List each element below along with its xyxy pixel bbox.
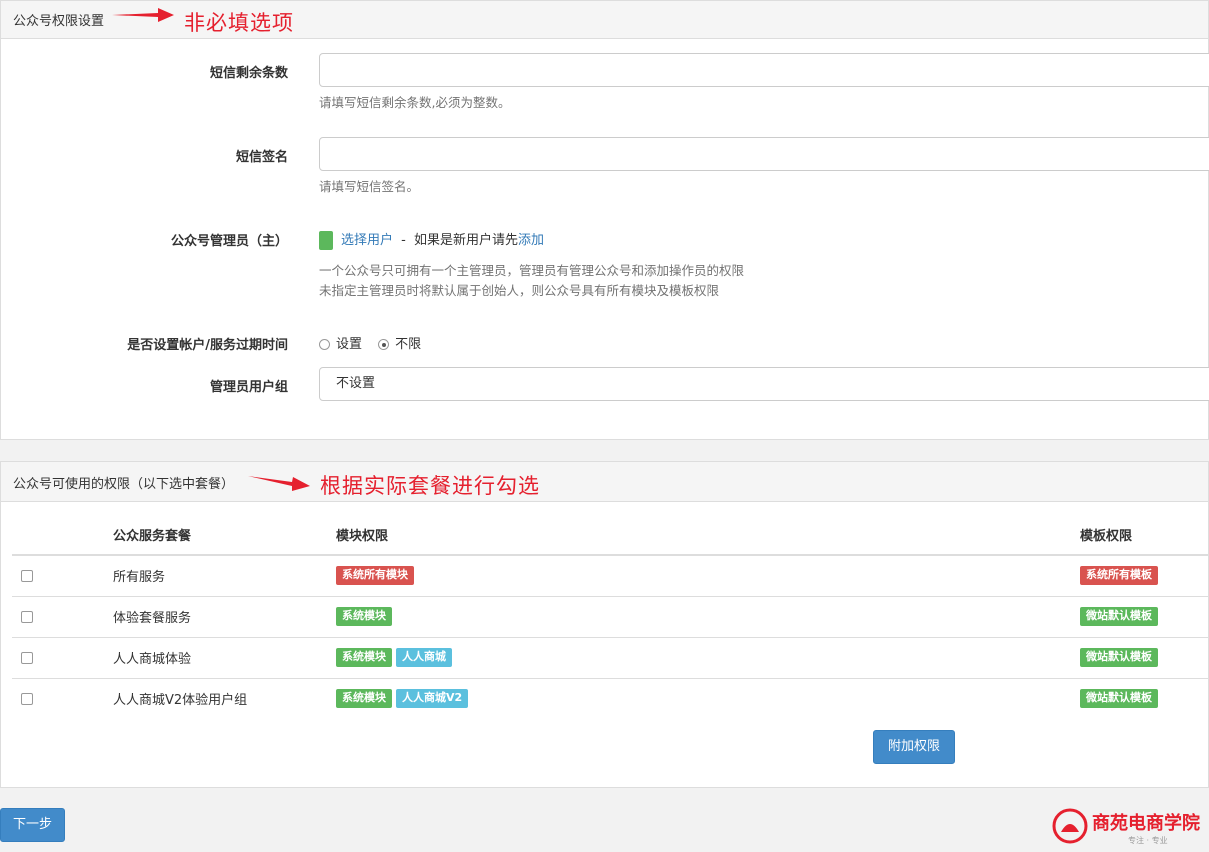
watermark-tagline: 专注 · 专业 — [1128, 836, 1168, 845]
package-table: 公众服务套餐 模块权限 模板权限 所有服务 系统所有模块 系统所有模板 体验套餐服务系… — [12, 515, 1209, 719]
admin-separator: - — [401, 233, 406, 248]
user-group-select[interactable]: 不设置 — [319, 367, 1209, 401]
module-label: 人人商城 — [396, 648, 452, 667]
radio-unlimited[interactable] — [378, 339, 390, 350]
expiry-option-set[interactable]: 设置 — [319, 337, 362, 352]
watermark-text: 商苑电商学院 — [1092, 813, 1200, 834]
table-row: 人人商城V2体验用户组 系统模块 人人商城V2 微站默认模板 — [12, 677, 1209, 719]
template-permissions: 系统所有模板 — [1080, 555, 1209, 596]
package-name: 体验套餐服务 — [113, 595, 336, 637]
package-checkbox[interactable] — [21, 569, 33, 582]
logo-emblem-icon — [1052, 808, 1088, 844]
sms-sign-help: 请填写短信签名。 — [319, 179, 420, 194]
admin-help-line2: 未指定主管理员时将默认属于创始人，则公众号具有所有模块及模板权限 — [319, 283, 720, 298]
add-user-link[interactable]: 添加 — [518, 233, 544, 248]
radio-unlimited-label: 不限 — [395, 337, 422, 352]
annotation-select-package: 根据实际套餐进行勾选 — [320, 474, 540, 498]
package-checkbox[interactable] — [21, 651, 33, 664]
expiry-label: 是否设置帐户/服务过期时间 — [127, 338, 288, 353]
package-name: 人人商城体验 — [113, 636, 336, 678]
header-templates: 模板权限 — [1080, 515, 1209, 556]
sms-count-help: 请填写短信剩余条数,必须为整数。 — [319, 95, 511, 110]
module-label: 系统模块 — [336, 648, 392, 667]
module-label: 系统模块 — [336, 689, 392, 709]
table-row: 所有服务 系统所有模块 系统所有模板 — [12, 555, 1209, 596]
user-group-label: 管理员用户组 — [209, 380, 288, 395]
panel-heading: 公众号权限设置 — [1, 1, 1208, 39]
row-checkbox-cell — [12, 677, 113, 719]
extra-permission-button[interactable]: 附加权限 — [873, 730, 955, 764]
header-package: 公众服务套餐 — [113, 515, 336, 556]
template-permissions: 微站默认模板 — [1080, 677, 1209, 719]
package-checkbox[interactable] — [21, 610, 33, 623]
template-label: 微站默认模板 — [1080, 648, 1158, 667]
user-badge-icon — [319, 231, 333, 250]
package-checkbox[interactable] — [21, 692, 33, 705]
panel-heading: 公众号可使用的权限（以下选中套餐） — [1, 462, 1208, 502]
module-permissions: 系统模块 人人商城 — [336, 636, 1080, 678]
module-label: 系统所有模块 — [336, 566, 414, 586]
admin-select-row: 选择用户 - 如果是新用户请先添加 — [319, 229, 544, 250]
module-permissions: 系统模块 人人商城V2 — [336, 677, 1080, 719]
panel-title: 公众号权限设置 — [13, 14, 105, 29]
module-label: 系统模块 — [336, 607, 392, 626]
table-row: 体验套餐服务 系统模块 微站默认模板 — [12, 595, 1209, 637]
table-row: 人人商城体验 系统模块 人人商城 微站默认模板 — [12, 636, 1209, 678]
account-permission-panel: 公众号权限设置 短信剩余条数 请填写短信剩余条数,必须为整数。 短信签名 请填写… — [0, 0, 1209, 440]
template-label: 系统所有模板 — [1080, 566, 1158, 586]
admin-label: 公众号管理员（主） — [170, 234, 288, 249]
radio-set-label: 设置 — [336, 337, 363, 352]
expiry-option-unlimited[interactable]: 不限 — [378, 337, 421, 352]
header-modules: 模块权限 — [336, 515, 1080, 556]
module-label: 人人商城V2 — [396, 689, 469, 709]
sms-count-label: 短信剩余条数 — [209, 66, 288, 81]
row-checkbox-cell — [12, 636, 113, 678]
row-checkbox-cell — [12, 555, 113, 596]
row-checkbox-cell — [12, 595, 113, 637]
watermark-logo: 商苑电商学院 专注 · 专业 — [1052, 806, 1208, 850]
annotation-optional: 非必填选项 — [184, 11, 294, 35]
sms-sign-input[interactable] — [319, 137, 1209, 171]
annotation-arrow-1 — [112, 8, 174, 22]
radio-set[interactable] — [319, 339, 330, 350]
new-user-hint: 如果是新用户请先 — [414, 233, 519, 248]
annotation-arrow-2 — [248, 476, 310, 491]
panel-title: 公众号可使用的权限（以下选中套餐） — [13, 477, 235, 492]
sms-count-input[interactable] — [319, 53, 1209, 87]
template-label: 微站默认模板 — [1080, 607, 1158, 626]
expiry-options: 设置 不限 — [319, 333, 421, 352]
package-name: 所有服务 — [113, 570, 166, 586]
module-permissions: 系统所有模块 — [336, 555, 1080, 596]
sms-sign-label: 短信签名 — [235, 150, 288, 165]
next-step-button[interactable]: 下一步 — [0, 808, 65, 842]
select-user-link[interactable]: 选择用户 — [341, 233, 393, 248]
template-label: 微站默认模板 — [1080, 689, 1158, 709]
template-permissions: 微站默认模板 — [1080, 636, 1209, 678]
table-header-row: 公众服务套餐 模块权限 模板权限 — [12, 515, 1209, 556]
admin-help-line1: 一个公众号只可拥有一个主管理员，管理员有管理公众号和添加操作员的权限 — [319, 263, 745, 278]
module-permissions: 系统模块 — [336, 595, 1080, 637]
package-name: 人人商城V2体验用户组 — [113, 677, 336, 719]
header-checkbox — [12, 515, 113, 556]
template-permissions: 微站默认模板 — [1080, 595, 1209, 637]
